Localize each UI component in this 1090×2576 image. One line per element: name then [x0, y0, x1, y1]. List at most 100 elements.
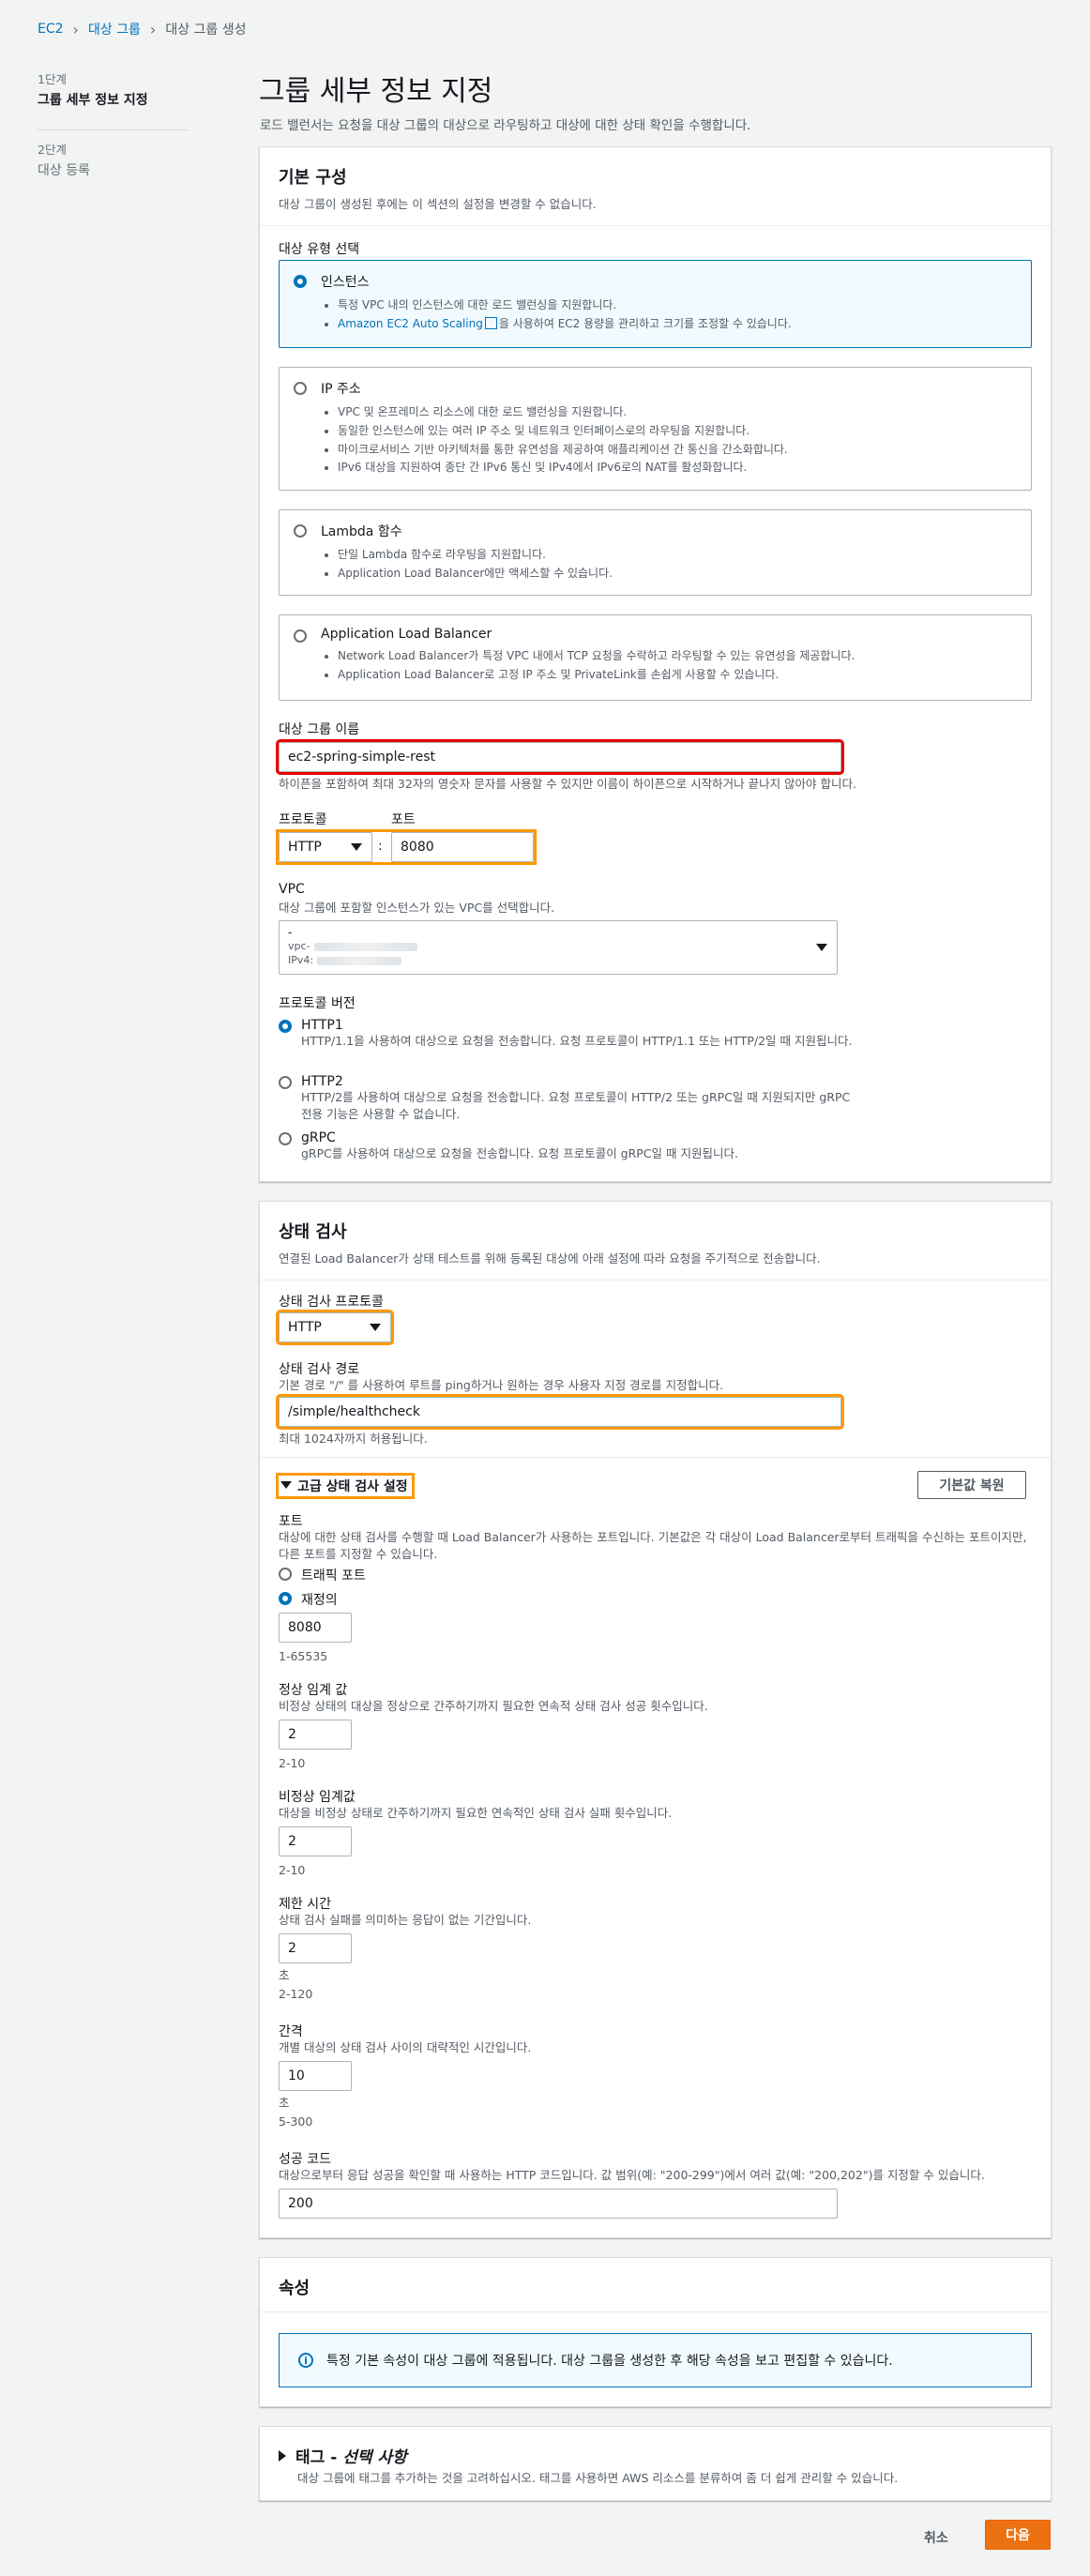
vpc-label: VPC	[279, 882, 305, 897]
target-group-name-label: 대상 그룹 이름	[279, 722, 360, 737]
port-input[interactable]: 8080	[391, 832, 534, 862]
caret-down-icon	[816, 944, 827, 951]
interval-input[interactable]: 10	[279, 2061, 352, 2091]
timeout-range: 2-120	[279, 1987, 313, 2001]
caret-down-icon	[351, 843, 362, 851]
hc-path-desc: 기본 경로 "/" 를 사용하여 루트를 ping하거나 원하는 경우 사용자 …	[279, 1378, 724, 1392]
interval-desc: 개별 대상의 상태 검사 사이의 대략적인 시간입니다.	[279, 2040, 532, 2054]
hc-port-range: 1-65535	[279, 1649, 328, 1663]
healthy-threshold-input[interactable]: 2	[279, 1720, 352, 1750]
basic-config-desc: 대상 그룹이 생성된 후에는 이 섹션의 설정을 변경할 수 없습니다.	[279, 197, 597, 211]
attributes-title: 속성	[279, 2279, 310, 2298]
tile-bullet-link: Amazon EC2 Auto Scaling을 사용하여 EC2 용량을 관리…	[338, 315, 1018, 334]
tile-title: IP 주소	[321, 382, 361, 397]
hc-port-override[interactable]: 재정의	[279, 1590, 338, 1609]
target-type-alb[interactable]: Application Load Balancer Network Load B…	[279, 614, 1032, 701]
breadcrumb-target-groups[interactable]: 대상 그룹	[88, 20, 141, 38]
port-separator: :	[378, 839, 383, 854]
radio-alb[interactable]	[294, 629, 307, 643]
basic-config-header: 기본 구성 대상 그룹이 생성된 후에는 이 섹션의 설정을 변경할 수 없습니…	[260, 147, 1051, 226]
caret-right-icon	[279, 2450, 286, 2462]
auto-scaling-link[interactable]: Amazon EC2 Auto Scaling	[338, 317, 483, 330]
tags-panel: 태그 - 선택 사항 대상 그룹에 태그를 추가하는 것을 고려하십시오. 태그…	[259, 2426, 1052, 2501]
divider	[260, 1457, 1051, 1458]
hc-port-desc: 대상에 대한 상태 검사를 수행할 때 Load Balancer가 사용하는 …	[279, 1530, 1027, 1562]
pv-title: gRPC	[301, 1130, 336, 1145]
target-type-ip[interactable]: IP 주소 VPC 및 온프레미스 리소스에 대한 로드 밸런싱을 지원합니다.…	[279, 367, 1032, 491]
pv-title: HTTP1	[301, 1018, 343, 1033]
health-check-panel: 상태 검사 연결된 Load Balancer가 상태 테스트를 위해 등록된 …	[259, 1201, 1052, 2238]
health-check-header: 상태 검사 연결된 Load Balancer가 상태 테스트를 위해 등록된 …	[260, 1202, 1051, 1280]
radio-ip[interactable]	[294, 382, 307, 395]
tile-bullet: Application Load Balancer로 고정 IP 주소 및 Pr…	[338, 666, 1018, 685]
step-divider	[38, 129, 188, 130]
hc-port-label: 포트	[279, 1514, 303, 1529]
tags-toggle[interactable]: 태그 - 선택 사항	[279, 2444, 407, 2467]
pv-option-http2[interactable]: HTTP2 HTTP/2를 사용하여 대상으로 요청을 전송합니다. 요청 프로…	[279, 1074, 860, 1123]
unhealthy-threshold-input[interactable]: 2	[279, 1826, 352, 1856]
radio-lambda[interactable]	[294, 524, 307, 538]
success-codes-input[interactable]: 200	[279, 2189, 838, 2219]
hc-port-input[interactable]: 8080	[279, 1613, 352, 1643]
restore-defaults-button[interactable]: 기본값 복원	[917, 1471, 1026, 1499]
breadcrumb-ec2[interactable]: EC2	[38, 22, 64, 37]
hc-protocol-label: 상태 검사 프로토콜	[279, 1295, 384, 1310]
tile-bullet: IPv6 대상을 지원하여 종단 간 IPv6 통신 및 IPv4에서 IPv6…	[338, 459, 1018, 477]
pv-option-http1[interactable]: HTTP1 HTTP/1.1을 사용하여 대상으로 요청을 전송합니다. 요청 …	[279, 1018, 860, 1050]
unhealthy-threshold-range: 2-10	[279, 1863, 306, 1877]
info-icon: i	[298, 2353, 313, 2368]
caret-down-icon	[370, 1324, 381, 1331]
cancel-button[interactable]: 취소	[924, 2528, 948, 2547]
radio-http1[interactable]	[279, 1020, 292, 1033]
step-2-number: 2단계	[38, 143, 67, 157]
timeout-label: 제한 시간	[279, 1897, 331, 1912]
step-1: 1단계 그룹 세부 정보 지정	[38, 69, 188, 109]
vpc-select[interactable]: - vpc- IPv4:	[279, 920, 838, 975]
protocol-label: 프로토콜	[279, 812, 327, 827]
tile-bullet: 동일한 인스턴스에 있는 여러 IP 주소 및 네트워크 인터페이스로의 라우팅…	[338, 422, 1018, 441]
interval-unit: 초	[279, 2096, 290, 2110]
target-type-lambda[interactable]: Lambda 함수 단일 Lambda 함수로 라우팅을 지원합니다. Appl…	[279, 509, 1032, 596]
radio-grpc[interactable]	[279, 1132, 292, 1145]
breadcrumb-current: 대상 그룹 생성	[165, 23, 247, 38]
hc-protocol-select[interactable]: HTTP	[276, 1310, 394, 1345]
protocol-port-group: HTTP : 8080	[276, 829, 537, 865]
breadcrumb: EC2 › 대상 그룹 › 대상 그룹 생성	[38, 20, 247, 38]
target-type-instance[interactable]: 인스턴스 특정 VPC 내의 인스턴스에 대한 로드 밸런싱을 지원합니다. A…	[279, 260, 1032, 348]
radio-http2[interactable]	[279, 1076, 292, 1089]
page-title: 그룹 세부 정보 지정	[259, 75, 493, 108]
page-subtitle: 로드 밸런서는 요청을 대상 그룹의 대상으로 라우팅하고 대상에 대한 상태 …	[260, 118, 751, 133]
tile-bullet: 단일 Lambda 함수로 라우팅을 지원합니다.	[338, 546, 1018, 565]
redacted-vpc-id	[313, 942, 417, 951]
tile-bullet: Application Load Balancer에만 액세스할 수 있습니다.	[338, 565, 1018, 583]
success-codes-label: 성공 코드	[279, 2152, 331, 2167]
attributes-panel: 속성 i 특정 기본 속성이 대상 그룹에 적용됩니다. 대상 그룹을 생성한 …	[259, 2257, 1052, 2407]
tile-bullet: 마이크로서비스 기반 아키텍처를 통한 유연성을 제공하여 애플리케이션 간 통…	[338, 441, 1018, 460]
attributes-info-alert: i 특정 기본 속성이 대상 그룹에 적용됩니다. 대상 그룹을 생성한 후 해…	[279, 2333, 1032, 2387]
target-type-label: 대상 유형 선택	[279, 242, 360, 257]
radio-override[interactable]	[279, 1592, 292, 1605]
hc-path-input[interactable]: /simple/healthcheck	[276, 1394, 844, 1430]
hc-port-traffic[interactable]: 트래픽 포트	[279, 1566, 366, 1584]
unhealthy-threshold-desc: 대상을 비정상 상태로 간주하기까지 필요한 연속적인 상태 검사 실패 횟수입…	[279, 1806, 673, 1820]
external-link-icon	[484, 316, 497, 329]
wizard-steps: 1단계 그룹 세부 정보 지정 2단계 대상 등록	[38, 69, 188, 179]
interval-label: 간격	[279, 2024, 303, 2039]
next-button[interactable]: 다음	[985, 2520, 1051, 2550]
hc-path-label: 상태 검사 경로	[279, 1362, 360, 1377]
radio-instance[interactable]	[294, 275, 307, 288]
hc-path-hint: 최대 1024자까지 허용됩니다.	[279, 1432, 428, 1446]
advanced-settings-toggle[interactable]: 고급 상태 검사 설정	[276, 1473, 415, 1499]
tags-desc: 대상 그룹에 태그를 추가하는 것을 고려하십시오. 태그를 사용하면 AWS …	[297, 2471, 899, 2485]
healthy-threshold-label: 정상 임계 값	[279, 1683, 348, 1698]
protocol-select[interactable]: HTTP	[279, 832, 372, 862]
pv-option-grpc[interactable]: gRPC gRPC를 사용하여 대상으로 요청을 전송합니다. 요청 프로토콜이…	[279, 1130, 860, 1162]
pv-title: HTTP2	[301, 1074, 343, 1089]
target-group-name-input[interactable]: ec2-spring-simple-rest	[276, 739, 844, 775]
timeout-input[interactable]: 2	[279, 1933, 352, 1963]
target-group-name-hint: 하이픈을 포함하여 최대 32자의 영숫자 문자를 사용할 수 있지만 이름이 …	[279, 777, 857, 791]
vpc-desc: 대상 그룹에 포함할 인스턴스가 있는 VPC를 선택합니다.	[279, 901, 555, 915]
tile-title: Application Load Balancer	[321, 627, 492, 642]
unhealthy-threshold-label: 비정상 임계값	[279, 1790, 356, 1805]
radio-traffic-port[interactable]	[279, 1568, 292, 1581]
